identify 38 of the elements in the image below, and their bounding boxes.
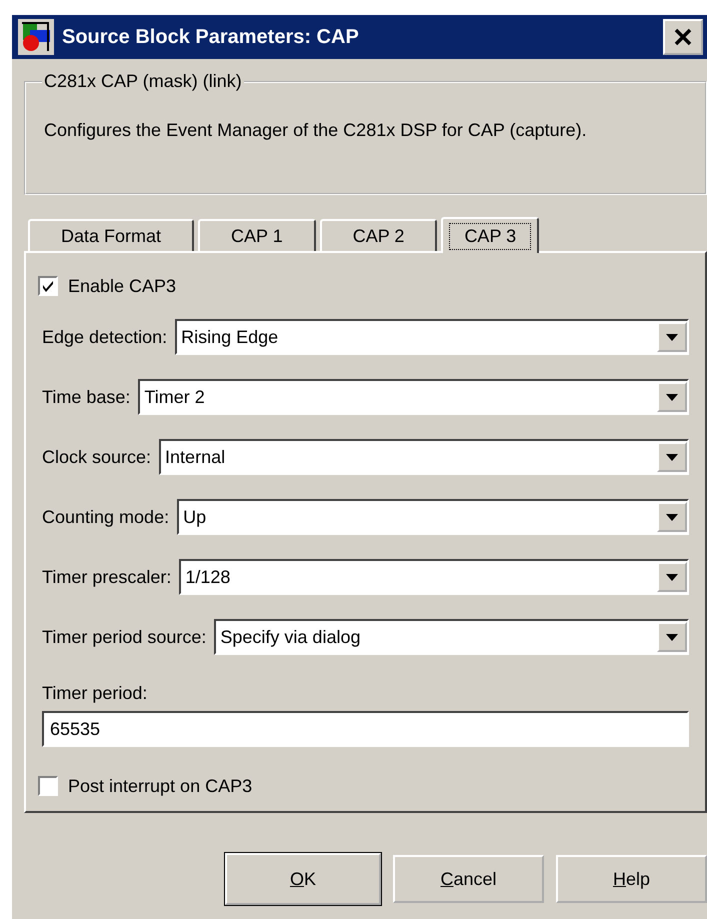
window-title: Source Block Parameters: CAP <box>62 26 360 48</box>
dropdown-arrow-icon <box>666 574 678 580</box>
check-icon <box>41 279 55 293</box>
dropdown-arrow-icon <box>666 514 678 520</box>
input-field[interactable]: 65535 <box>42 711 689 747</box>
dropdown[interactable]: Up <box>177 499 689 535</box>
checkbox[interactable] <box>38 276 58 296</box>
checkbox-label: Enable CAP3 <box>68 276 176 296</box>
dialog-button[interactable]: Cancel <box>393 855 544 903</box>
field-label: Time base: <box>42 386 130 408</box>
checkbox[interactable] <box>38 776 58 796</box>
tab[interactable]: Data Format <box>28 219 194 251</box>
field-label: Edge detection: <box>42 326 168 348</box>
field-label: Clock source: <box>42 446 152 468</box>
dropdown[interactable]: Internal <box>159 439 689 475</box>
dropdown-arrow-icon <box>666 454 678 460</box>
field-label: Timer period: <box>42 682 148 705</box>
field-label: Counting mode: <box>42 506 170 528</box>
dropdown[interactable]: Specify via dialog <box>214 619 689 655</box>
dropdown-arrow-icon <box>666 394 678 400</box>
dropdown[interactable]: Timer 2 <box>138 379 689 415</box>
close-icon <box>674 28 692 46</box>
field-label: Timer period source: <box>42 626 206 648</box>
dropdown-arrow-icon <box>666 334 678 340</box>
dialog-button[interactable]: OK <box>225 853 381 905</box>
tab[interactable]: CAP 2 <box>320 219 438 251</box>
dropdown[interactable]: 1/128 <box>179 559 689 595</box>
dropdown-arrow-icon <box>666 634 678 640</box>
block-diagram-icon <box>18 19 54 55</box>
checkbox-label: Post interrupt on CAP3 <box>68 776 252 796</box>
dropdown[interactable]: Rising Edge <box>175 319 689 355</box>
tab[interactable]: CAP 1 <box>198 219 316 251</box>
dialog-button[interactable]: Help <box>556 855 707 903</box>
field-label: Timer prescaler: <box>42 566 172 588</box>
close-button[interactable] <box>663 19 703 55</box>
description-text: Configures the Event Manager of the C281x DSP for CAP (capture). <box>44 119 588 142</box>
group-title: C281x CAP (mask) (link) <box>43 71 243 92</box>
tab[interactable]: CAP 3 <box>441 217 540 253</box>
